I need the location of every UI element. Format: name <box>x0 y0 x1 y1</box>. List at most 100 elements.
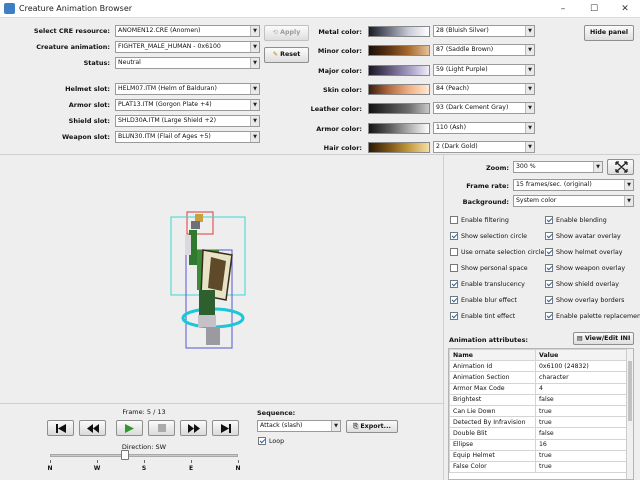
show-personal-space-checkbox-box[interactable] <box>450 264 458 272</box>
enable-blur-effect-checkbox[interactable]: Enable blur effect <box>450 296 517 306</box>
enable-filtering-checkbox-box[interactable] <box>450 216 458 224</box>
table-row[interactable]: Double Blit false <box>449 427 629 440</box>
background-label: Background: <box>462 198 509 206</box>
table-row[interactable]: Ellipse 16 <box>449 438 629 451</box>
minimize-button[interactable]: – <box>548 0 578 18</box>
scrollbar-thumb[interactable] <box>628 361 632 421</box>
show-avatar-overlay-checkbox[interactable]: Show avatar overlay <box>545 232 621 242</box>
table-row[interactable]: Can Lie Down true <box>449 404 629 418</box>
show-overlay-borders-checkbox-box[interactable] <box>545 296 553 304</box>
direction-label: Direction: SW <box>121 443 167 451</box>
direction-slider-track[interactable] <box>50 454 238 457</box>
column-header-value[interactable]: Value <box>535 349 629 362</box>
leather-color-select[interactable]: 93 (Dark Cement Gray) ▼ <box>433 102 535 115</box>
show-helmet-overlay-checkbox-box[interactable] <box>545 248 553 256</box>
table-row[interactable]: False Color true <box>449 460 629 474</box>
weapon-slot-select[interactable]: BLUN30.ITM (Flail of Ages +5) ▼ <box>115 131 260 143</box>
table-row[interactable]: Equip Helmet true <box>449 449 629 462</box>
major-color-select[interactable]: 59 (Light Purple) ▼ <box>433 63 535 76</box>
direction-slider-thumb[interactable] <box>121 450 130 460</box>
show-avatar-overlay-checkbox-box[interactable] <box>545 232 553 240</box>
table-row[interactable]: Detected By Infravision true <box>449 416 629 429</box>
show-overlay-borders-label: Show overlay borders <box>556 297 625 304</box>
enable-palette-replacement-checkbox[interactable]: Enable palette replacement <box>545 312 640 322</box>
loop-checkbox[interactable]: Loop <box>258 437 284 447</box>
enable-blending-checkbox[interactable]: Enable blending <box>545 216 607 226</box>
title-bar: Creature Animation Browser – ☐ ✕ <box>0 0 640 18</box>
attribute-value: false <box>535 393 629 406</box>
loop-checkbox-box[interactable] <box>258 437 266 445</box>
cre-resource-select[interactable]: ANOMEN12.CRE (Anomen) ▼ <box>115 25 260 37</box>
chevron-down-icon: ▼ <box>331 421 340 431</box>
show-helmet-overlay-checkbox[interactable]: Show helmet overlay <box>545 248 622 258</box>
chevron-down-icon: ▼ <box>624 196 633 206</box>
shield-slot-select[interactable]: SHLD30A.ITM (Large Shield +2) ▼ <box>115 115 260 127</box>
enable-palette-replacement-checkbox-box[interactable] <box>545 312 553 320</box>
metal-color-select[interactable]: 28 (Bluish Silver) ▼ <box>433 25 535 37</box>
status-select[interactable]: Neutral ▼ <box>115 57 260 69</box>
enable-blur-effect-checkbox-box[interactable] <box>450 296 458 304</box>
enable-filtering-label: Enable filtering <box>461 217 509 224</box>
attribute-name: Equip Helmet <box>449 449 536 462</box>
show-shield-overlay-checkbox[interactable]: Show shield overlay <box>545 280 619 290</box>
attribute-value: true <box>535 404 629 418</box>
table-row[interactable]: Brightest false <box>449 393 629 406</box>
export-button[interactable]: ⎘ Export... <box>346 420 398 433</box>
fit-zoom-button[interactable] <box>607 159 634 175</box>
show-weapon-overlay-checkbox[interactable]: Show weapon overlay <box>545 264 625 274</box>
skin-color-select[interactable]: 84 (Peach) ▼ <box>433 82 535 95</box>
attribute-value: true <box>535 449 629 462</box>
attributes-heading: Animation attributes: <box>449 336 529 344</box>
enable-tint-effect-checkbox[interactable]: Enable tint effect <box>450 312 515 322</box>
first-frame-button[interactable] <box>47 420 74 436</box>
play-icon <box>125 424 134 433</box>
attribute-value: 0x6100 (24832) <box>535 360 629 373</box>
sequence-select[interactable]: Attack (slash) ▼ <box>257 420 341 432</box>
minor-color-label: Minor color: <box>317 47 362 56</box>
stop-button[interactable] <box>148 420 175 436</box>
enable-translucency-checkbox-box[interactable] <box>450 280 458 288</box>
use-ornate-selection-circle-checkbox[interactable]: Use ornate selection circle <box>450 248 544 258</box>
use-ornate-selection-circle-checkbox-box[interactable] <box>450 248 458 256</box>
attributes-scrollbar[interactable] <box>626 349 633 479</box>
chevron-down-icon: ▼ <box>624 180 633 190</box>
show-helmet-overlay-label: Show helmet overlay <box>556 249 623 256</box>
table-row[interactable]: Armor Max Code 4 <box>449 382 629 395</box>
frame-rate-select[interactable]: 15 frames/sec. (original) ▼ <box>513 179 634 191</box>
helmet-slot-select[interactable]: HELM07.ITM (Helm of Balduran) ▼ <box>115 83 260 95</box>
maximize-button[interactable]: ☐ <box>579 0 609 18</box>
show-selection-circle-checkbox-box[interactable] <box>450 232 458 240</box>
show-shield-overlay-checkbox-box[interactable] <box>545 280 553 288</box>
skip-to-end-icon <box>220 424 231 433</box>
show-overlay-borders-checkbox[interactable]: Show overlay borders <box>545 296 624 306</box>
creature-animation-select[interactable]: FIGHTER_MALE_HUMAN - 0x6100 ▼ <box>115 41 260 53</box>
previous-frame-button[interactable] <box>79 420 106 436</box>
fast-forward-icon <box>187 424 200 433</box>
enable-blending-checkbox-box[interactable] <box>545 216 553 224</box>
column-header-name[interactable]: Name <box>449 349 536 362</box>
armor-color-select[interactable]: 110 (Ash) ▼ <box>433 121 535 134</box>
armor-slot-select[interactable]: PLAT13.ITM (Gorgon Plate +4) ▼ <box>115 99 260 111</box>
minor-color-select[interactable]: 87 (Saddle Brown) ▼ <box>433 44 535 57</box>
table-row[interactable]: Animation Section character <box>449 371 629 384</box>
zoom-select[interactable]: 300 % ▼ <box>513 161 603 173</box>
skin-color-swatch <box>368 83 430 95</box>
next-frame-button[interactable] <box>180 420 207 436</box>
direction-tick-label: S <box>141 465 147 472</box>
view-edit-ini-button[interactable]: ▤ View/Edit INI <box>573 332 634 345</box>
table-row[interactable]: Animation Id 0x6100 (24832) <box>449 360 629 373</box>
close-button[interactable]: ✕ <box>610 0 640 18</box>
show-selection-circle-checkbox[interactable]: Show selection circle <box>450 232 527 242</box>
background-select[interactable]: System color ▼ <box>513 195 634 207</box>
show-personal-space-checkbox[interactable]: Show personal space <box>450 264 528 274</box>
hide-panel-button[interactable]: Hide panel <box>584 25 634 41</box>
last-frame-button[interactable] <box>212 420 239 436</box>
play-button[interactable] <box>116 420 143 436</box>
direction-tick-label: E <box>188 465 194 472</box>
preview-divider <box>0 403 443 404</box>
hair-color-select[interactable]: 2 (Dark Gold) ▼ <box>433 140 535 153</box>
enable-translucency-checkbox[interactable]: Enable translucency <box>450 280 525 290</box>
enable-filtering-checkbox[interactable]: Enable filtering <box>450 216 509 226</box>
enable-tint-effect-checkbox-box[interactable] <box>450 312 458 320</box>
show-weapon-overlay-checkbox-box[interactable] <box>545 264 553 272</box>
